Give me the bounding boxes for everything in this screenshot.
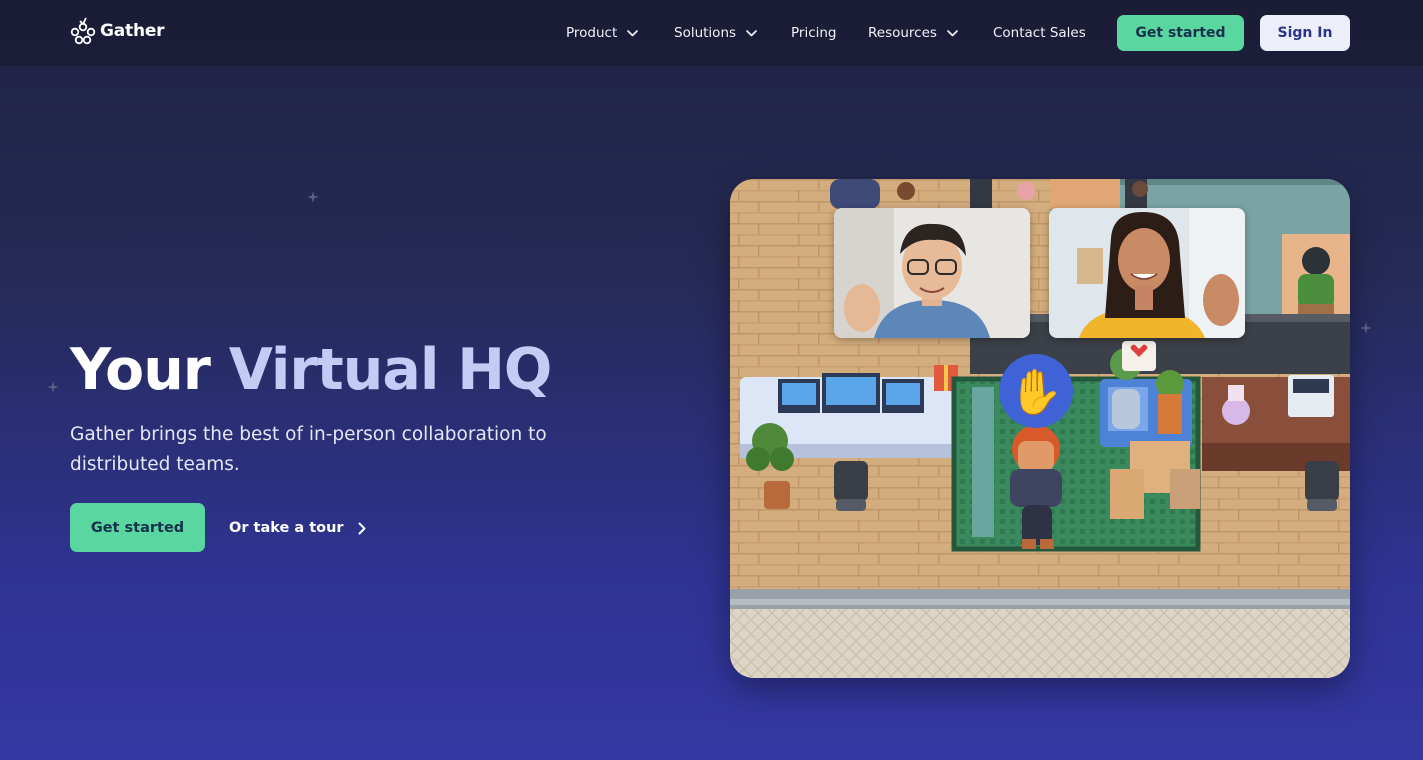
- office-map: ✋: [730, 179, 1350, 678]
- nav-item-pricing[interactable]: Pricing: [791, 23, 837, 43]
- participant-1-video: [834, 208, 1030, 338]
- nav-item-product[interactable]: Product: [566, 23, 639, 43]
- nav-item-label: Solutions: [674, 25, 737, 41]
- nav-item-contact-sales[interactable]: Contact Sales: [993, 23, 1086, 43]
- take-a-tour-link[interactable]: Or take a tour: [229, 517, 366, 539]
- sparkle-icon: [1360, 322, 1372, 334]
- sparkle-icon: [47, 381, 59, 393]
- nav-item-resources[interactable]: Resources: [868, 23, 958, 43]
- take-a-tour-label: Or take a tour: [229, 520, 344, 536]
- virtual-office-illustration: ✋: [730, 179, 1350, 678]
- nav-item-label: Resources: [868, 25, 937, 41]
- chevron-right-icon: [358, 522, 366, 534]
- nav-item-label: Contact Sales: [993, 25, 1086, 41]
- nav-item-label: Pricing: [791, 25, 837, 41]
- hero-title-plain: Your: [70, 337, 211, 403]
- nav-get-started-button[interactable]: Get started: [1117, 15, 1244, 51]
- nav-item-solutions[interactable]: Solutions: [674, 23, 757, 43]
- chevron-down-icon: [746, 29, 757, 36]
- hero-title: Your Virtual HQ: [70, 336, 553, 404]
- sparkle-icon: [307, 191, 319, 203]
- video-tile-participant-2[interactable]: [1049, 208, 1245, 338]
- chevron-down-icon: [627, 29, 639, 36]
- chevron-down-icon: [947, 29, 958, 36]
- video-tile-participant-1[interactable]: [834, 208, 1030, 338]
- wave-emoji: ✋: [1009, 367, 1064, 418]
- nav-item-label: Product: [566, 25, 618, 41]
- sign-in-button[interactable]: Sign In: [1260, 15, 1350, 51]
- hero-title-accent: Virtual HQ: [228, 337, 553, 403]
- participant-2-video: [1049, 208, 1245, 338]
- hero-subtitle: Gather brings the best of in-person coll…: [70, 424, 547, 475]
- hero-get-started-button[interactable]: Get started: [70, 503, 205, 552]
- top-nav: Gather Product Solutions Pricing Resourc…: [0, 0, 1423, 66]
